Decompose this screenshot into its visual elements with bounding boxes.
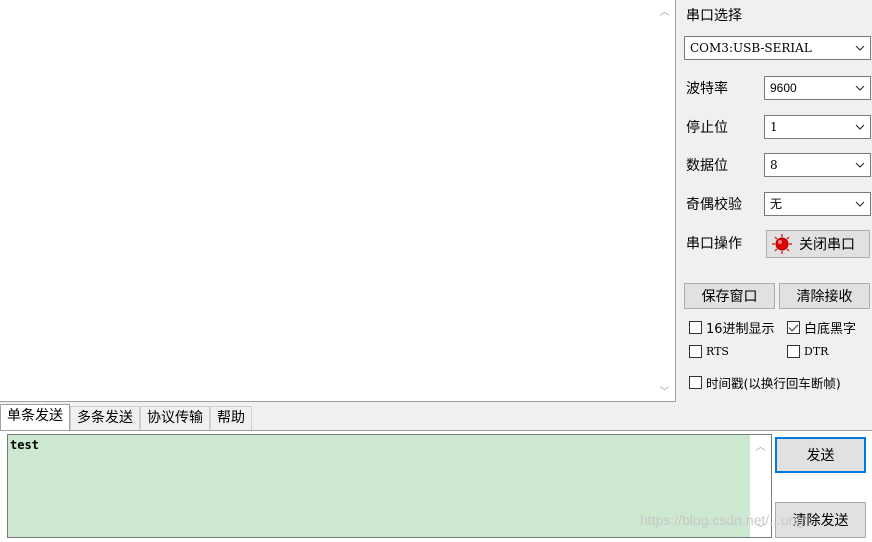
hex-display-label: 16进制显示 bbox=[706, 322, 775, 337]
timestamp-checkbox[interactable]: 时间戳(以换行回车断帧) bbox=[689, 373, 841, 392]
watermark: https://blog.csdn.net/...ung bbox=[640, 512, 805, 528]
baud-value: 9600 bbox=[770, 81, 797, 95]
tab-single-send[interactable]: 单条发送 bbox=[0, 404, 70, 431]
chevron-down-icon bbox=[853, 154, 867, 176]
save-window-label: 保存窗口 bbox=[701, 289, 758, 305]
rts-checkbox[interactable]: RTS bbox=[689, 345, 729, 358]
tab-protocol[interactable]: 协议传输 bbox=[140, 406, 210, 431]
data-bits-value: 8 bbox=[770, 158, 778, 172]
tab-multi-send[interactable]: 多条发送 bbox=[70, 406, 140, 431]
rts-box[interactable] bbox=[689, 345, 702, 358]
parity-label: 奇偶校验 bbox=[686, 197, 742, 213]
stop-bits-label: 停止位 bbox=[686, 120, 728, 136]
parity-value: 无 bbox=[770, 197, 783, 211]
timestamp-box[interactable] bbox=[689, 376, 702, 389]
dtr-label: DTR bbox=[804, 345, 829, 358]
chevron-down-icon bbox=[853, 37, 867, 59]
save-window-button[interactable]: 保存窗口 bbox=[684, 283, 775, 309]
tab-help[interactable]: 帮助 bbox=[210, 406, 252, 431]
timestamp-label: 时间戳(以换行回车断帧) bbox=[706, 376, 841, 391]
data-bits-select[interactable]: 8 bbox=[764, 153, 871, 177]
white-black-checkbox[interactable]: 白底黑字 bbox=[787, 318, 856, 337]
close-port-label: 关闭串口 bbox=[799, 237, 855, 253]
port-status-icon bbox=[771, 233, 793, 255]
rts-label: RTS bbox=[706, 345, 729, 358]
stop-bits-value: 1 bbox=[770, 120, 778, 134]
dtr-checkbox[interactable]: DTR bbox=[787, 345, 828, 358]
chevron-down-icon bbox=[853, 193, 867, 215]
hex-display-box[interactable] bbox=[689, 321, 702, 334]
close-port-button[interactable]: 关闭串口 bbox=[766, 230, 870, 258]
send-button-label: 发送 bbox=[806, 448, 835, 464]
scroll-up-icon[interactable]: ︿ bbox=[750, 435, 771, 455]
port-operation-label: 串口操作 bbox=[686, 236, 742, 252]
parity-select[interactable]: 无 bbox=[764, 192, 871, 216]
baud-select[interactable]: 9600 bbox=[764, 76, 871, 100]
port-select[interactable]: COM3:USB-SERIAL bbox=[684, 36, 871, 60]
receive-scrollbar[interactable]: ︿ ﹀ bbox=[654, 0, 675, 401]
hex-display-checkbox[interactable]: 16进制显示 bbox=[689, 318, 775, 337]
stop-bits-select[interactable]: 1 bbox=[764, 115, 871, 139]
data-bits-label: 数据位 bbox=[686, 158, 728, 174]
chevron-down-icon bbox=[853, 116, 867, 138]
chevron-down-icon bbox=[853, 77, 867, 99]
baud-label: 波特率 bbox=[686, 81, 728, 97]
port-select-label: 串口选择 bbox=[686, 8, 742, 24]
receive-textarea[interactable] bbox=[0, 0, 676, 402]
dtr-box[interactable] bbox=[787, 345, 800, 358]
send-tabs: 单条发送 多条发送 协议传输 帮助 bbox=[0, 404, 252, 431]
send-text: test bbox=[10, 438, 39, 452]
clear-receive-label: 清除接收 bbox=[796, 289, 853, 305]
send-button[interactable]: 发送 bbox=[775, 437, 866, 473]
scroll-up-icon[interactable]: ︿ bbox=[654, 0, 675, 20]
white-black-label: 白底黑字 bbox=[804, 322, 857, 337]
clear-receive-button[interactable]: 清除接收 bbox=[779, 283, 870, 309]
white-black-box[interactable] bbox=[787, 321, 800, 334]
scroll-down-icon[interactable]: ﹀ bbox=[654, 380, 675, 400]
port-value: COM3:USB-SERIAL bbox=[690, 41, 812, 55]
